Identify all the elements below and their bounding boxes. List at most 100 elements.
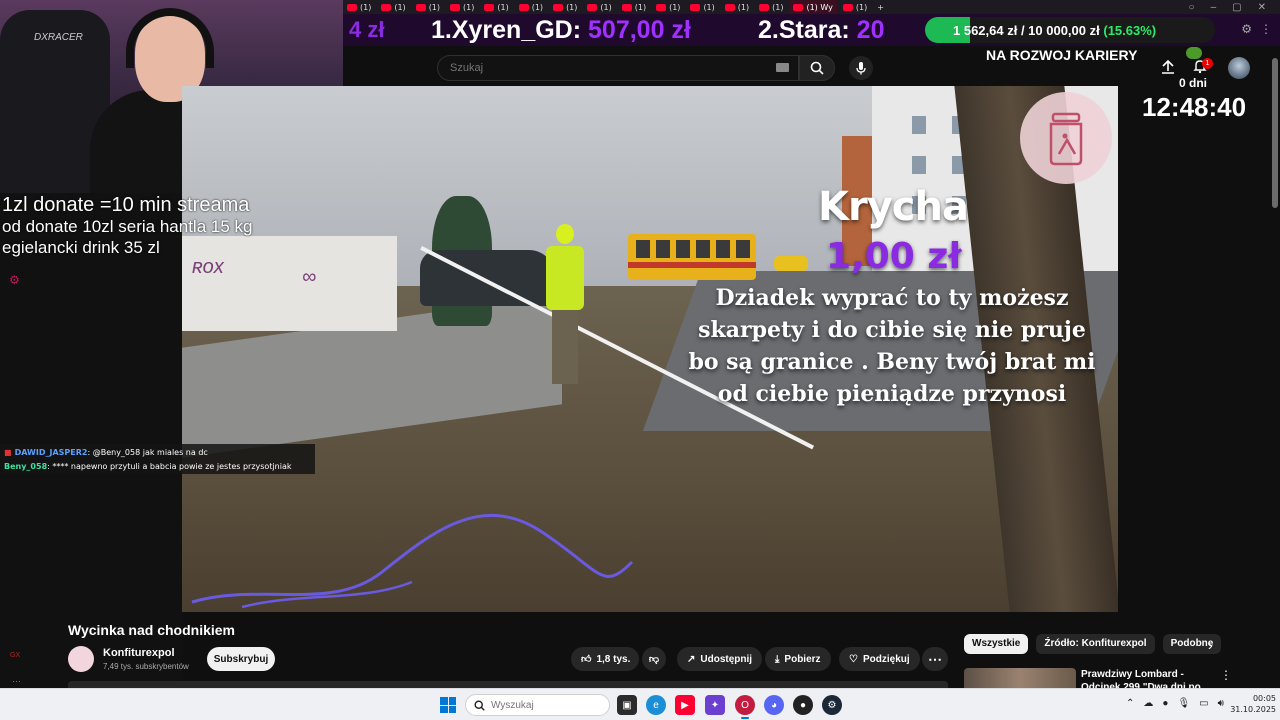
minimize-icon[interactable]: – (1211, 2, 1217, 13)
recommendation-title[interactable]: Prawdziwy Lombard - Odcinek 299 "Dwa dni… (1081, 668, 1211, 688)
video-title: Wycinka nad chodnikiem (68, 622, 236, 638)
maximize-icon[interactable]: ▢ (1232, 2, 1241, 13)
youtube-icon (347, 3, 357, 11)
recommendation-menu-icon[interactable]: ⋮ (1220, 668, 1232, 682)
goal-percent: (15.63%) (1103, 23, 1157, 38)
youtube-icon (842, 3, 853, 11)
browser-tab-label: (1) (566, 2, 578, 12)
windows-start-icon[interactable] (440, 697, 456, 713)
browser-tab[interactable]: (1) (686, 0, 718, 14)
browser-tab[interactable]: (1) (515, 0, 547, 14)
jar-icon (1020, 92, 1112, 184)
browser-tab-strip: (1) (1) (1) (1) (1) (1) (1) (1) (1) (1) … (343, 0, 1280, 14)
youtube-icon (656, 3, 667, 11)
browser-tab[interactable]: (1) (721, 0, 753, 14)
page-scrollbar[interactable] (1272, 58, 1278, 208)
account-avatar[interactable] (1228, 57, 1250, 79)
new-tab-button[interactable]: + (873, 0, 888, 14)
chevron-right-icon[interactable]: › (1208, 637, 1213, 653)
share-button[interactable]: ↗ Udostępnij (677, 647, 763, 671)
create-button[interactable] (1160, 59, 1176, 80)
donation-message: Dziadek wyprać to ty możesz skarpety i d… (688, 285, 1096, 407)
microphone-icon (856, 62, 866, 75)
taskbar-search-input[interactable] (491, 699, 601, 711)
gx-label: GX (10, 652, 21, 659)
browser-tab-active[interactable]: (1) Wy (789, 0, 837, 14)
discord-icon[interactable]: ◕ (764, 695, 784, 715)
days-counter: 0 dni (1179, 76, 1208, 90)
youtube-icon (450, 3, 461, 11)
browser-tab[interactable]: (1) (618, 0, 650, 14)
taskbar-search[interactable] (465, 694, 610, 716)
youtube-icon (484, 3, 495, 11)
browser-tab-label: (1) (394, 2, 406, 12)
browser-tab[interactable]: (1) (652, 0, 684, 14)
task-view-icon[interactable]: ▣ (617, 695, 637, 715)
browser-tab[interactable]: (1) (480, 0, 512, 14)
browser-tab-label: (1) (360, 2, 372, 12)
search-input[interactable] (438, 56, 758, 80)
browser-tab[interactable]: (1) (446, 0, 478, 14)
mic-tray-icon[interactable]: ● (1162, 698, 1168, 709)
channel-avatar[interactable] (68, 646, 94, 672)
mic-icon[interactable]: 🎙︎ (1177, 698, 1190, 709)
browser-tab-label: (1) Wy (806, 2, 833, 12)
chat-message: ■ DAWID_JASPER2: @Beny_058 jak miales na … (4, 446, 311, 460)
edge-icon[interactable]: e (646, 695, 666, 715)
volume-icon[interactable]: 🔊︎ (1218, 698, 1224, 709)
first-place-name: 1.Xyren_GD: (431, 16, 582, 44)
chat-username: DAWID_JASPER2 (14, 448, 88, 457)
extension-icon[interactable]: ⚙ (1241, 22, 1252, 36)
youtube-app-icon[interactable]: ▶ (675, 695, 695, 715)
channel-name[interactable]: Konfiturexpol (103, 647, 175, 659)
steam-icon[interactable]: ⚙ (822, 695, 842, 715)
taskbar-clock[interactable]: 00:05 31.10.2025 (1226, 693, 1276, 715)
chip-all[interactable]: Wszystkie (964, 634, 1029, 654)
dislike-button[interactable]: 👎︎ (642, 647, 666, 671)
app-icon[interactable]: ✦ (705, 695, 725, 715)
close-icon[interactable]: ✕ (1258, 2, 1266, 13)
obs-icon[interactable]: ● (793, 695, 813, 715)
voice-search-button[interactable] (849, 56, 873, 80)
description-box[interactable] (68, 681, 948, 688)
browser-tab[interactable]: (1) (377, 0, 409, 14)
opera-icon[interactable]: O (735, 695, 755, 719)
search-icon (474, 699, 485, 711)
like-button[interactable]: 👍︎ 1,8 tys. (571, 647, 639, 671)
dollar-heart-icon: ♡ (849, 653, 858, 665)
browser-tab[interactable]: (1) (839, 0, 871, 14)
chat-username: Beny_058 (4, 462, 48, 471)
overlay-line-3: egielancki drink 35 zl (2, 238, 160, 257)
chip-source[interactable]: Źródło: Konfiturexpol (1036, 634, 1155, 654)
video-player[interactable]: ʀᴏx ∞ Krycha 1,00 zł Dziadek wyprać to t… (182, 86, 1118, 612)
donation-amount: 1,00 zł (826, 236, 962, 277)
browser-tab-label: (1) (463, 2, 475, 12)
overlay-line-2: od donate 10zl seria hantla 15 kg (2, 217, 253, 236)
menu-icon[interactable]: ⋮ (1260, 22, 1272, 36)
search-tabs-icon[interactable]: ○ (1189, 2, 1195, 13)
sidebar-more-icon[interactable]: … (12, 674, 21, 684)
browser-tab[interactable]: (1) (755, 0, 787, 14)
youtube-icon (621, 3, 632, 11)
subscribe-button[interactable]: Subskrybuj (207, 647, 275, 671)
youtube-icon (759, 3, 770, 11)
download-button[interactable]: ⤓ Pobierz (765, 647, 831, 671)
thanks-button[interactable]: ♡ Podziękuj (839, 647, 920, 671)
browser-tab-label: (1) (600, 2, 612, 12)
left-overlay-column (0, 193, 182, 688)
recommendation-thumbnail[interactable] (964, 668, 1076, 688)
keyboard-icon[interactable] (776, 63, 789, 72)
search-button[interactable] (799, 55, 835, 81)
chevron-up-icon[interactable]: ⌃ (1126, 698, 1134, 709)
browser-tab[interactable]: (1) (583, 0, 615, 14)
overlay-gear-icon: ⚙ (9, 273, 20, 287)
browser-tab[interactable]: (1) (343, 0, 375, 14)
cloud-icon[interactable]: ☁ (1143, 698, 1153, 709)
browser-tab[interactable]: (1) (412, 0, 444, 14)
more-actions-button[interactable]: ⋯ (922, 647, 948, 671)
network-icon[interactable]: ▭ (1199, 698, 1208, 709)
like-count: 1,8 tys. (596, 653, 631, 665)
chat-message: Beny_058: **** napewno przytuli a babcia… (4, 460, 311, 474)
video-rope (191, 514, 634, 609)
browser-tab[interactable]: (1) (549, 0, 581, 14)
